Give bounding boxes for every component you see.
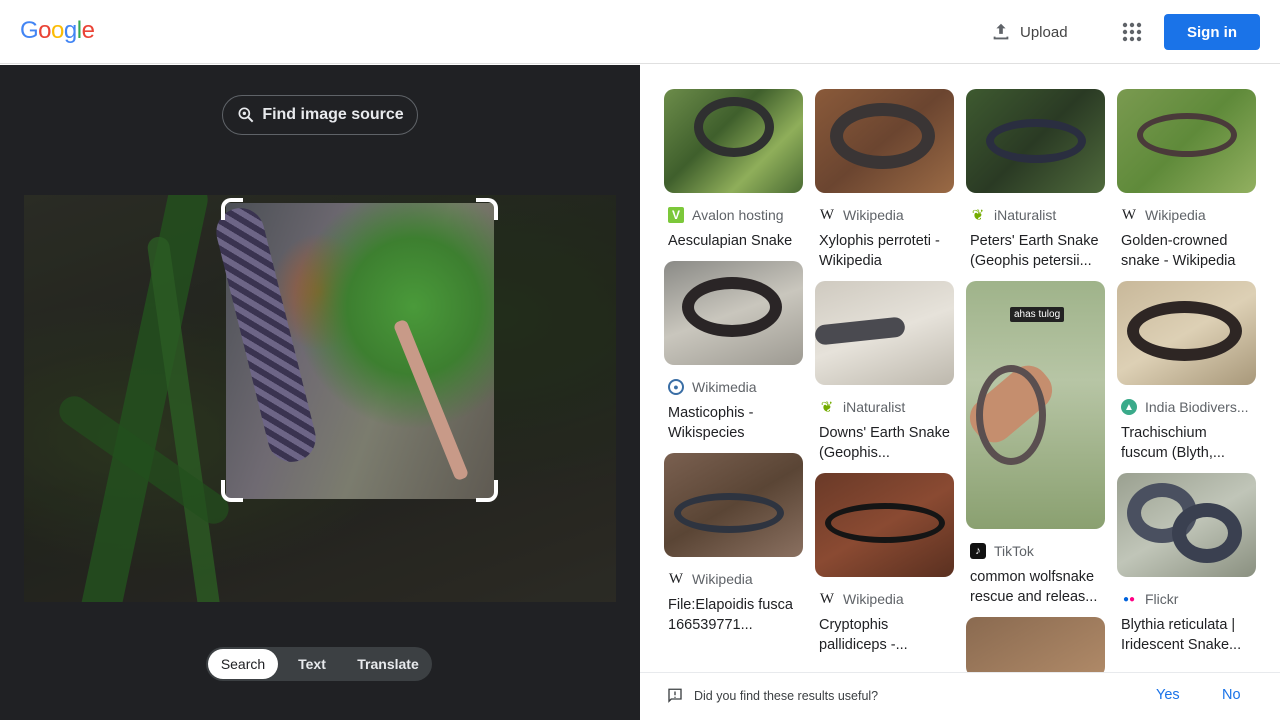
tiktok-icon: ♪ bbox=[970, 543, 986, 559]
upload-label: Upload bbox=[1020, 23, 1068, 41]
result-title[interactable]: Aesculapian Snake bbox=[668, 231, 799, 251]
result-card[interactable] bbox=[966, 617, 1105, 677]
tab-translate[interactable]: Translate bbox=[346, 649, 430, 679]
result-source: TikTok bbox=[994, 543, 1034, 559]
overlay-caption: ahas tulog bbox=[1010, 307, 1065, 322]
india-biodiversity-icon: ▲ bbox=[1121, 399, 1137, 415]
result-thumbnail bbox=[1117, 89, 1256, 193]
result-card[interactable]: W Wikipedia Xylophis perroteti - Wikiped… bbox=[815, 89, 954, 271]
feedback-icon bbox=[668, 688, 682, 703]
results-column-2: W Wikipedia Xylophis perroteti - Wikiped… bbox=[815, 89, 954, 665]
inaturalist-icon: ❦ bbox=[971, 207, 985, 224]
result-source: Wikipedia bbox=[1145, 207, 1206, 223]
results-column-1: V Avalon hosting Aesculapian Snake ● Wik… bbox=[664, 89, 803, 645]
results-column-4: W Wikipedia Golden-crowned snake - Wikip… bbox=[1117, 89, 1256, 665]
feedback-bar: Did you find these results useful? Yes N… bbox=[640, 672, 1280, 720]
crop-handle-bottom-right[interactable] bbox=[476, 480, 498, 502]
result-card[interactable]: W Wikipedia Golden-crowned snake - Wikip… bbox=[1117, 89, 1256, 271]
find-image-source-button[interactable]: Find image source bbox=[222, 95, 418, 135]
result-card[interactable]: W Wikipedia Cryptophis pallidiceps -... bbox=[815, 473, 954, 655]
result-thumbnail bbox=[664, 453, 803, 557]
result-source: Flickr bbox=[1145, 591, 1179, 607]
image-viewer-panel: Find image source Search Text Translate bbox=[0, 65, 640, 720]
result-title[interactable]: Masticophis - Wikispecies bbox=[668, 403, 799, 443]
upload-button[interactable]: Upload bbox=[990, 18, 1068, 46]
result-source: Avalon hosting bbox=[692, 207, 784, 223]
feedback-yes-button[interactable]: Yes bbox=[1156, 687, 1180, 703]
results-column-3: ❦ iNaturalist Peters' Earth Snake (Geoph… bbox=[966, 89, 1105, 687]
result-thumbnail bbox=[815, 473, 954, 577]
results-panel: V Avalon hosting Aesculapian Snake ● Wik… bbox=[640, 65, 1280, 720]
wikipedia-icon: W bbox=[819, 590, 835, 607]
result-source: Wikipedia bbox=[843, 591, 904, 607]
result-card[interactable]: V Avalon hosting Aesculapian Snake bbox=[664, 89, 803, 251]
result-title[interactable]: File:Elapoidis fusca 166539771... bbox=[668, 595, 799, 635]
wikipedia-icon: W bbox=[1121, 206, 1137, 223]
result-thumbnail bbox=[815, 281, 954, 385]
result-title[interactable]: common wolfsnake rescue and releas... bbox=[970, 567, 1101, 607]
result-thumbnail bbox=[664, 89, 803, 193]
avalon-icon: V bbox=[668, 207, 684, 223]
result-title[interactable]: Peters' Earth Snake (Geophis petersii... bbox=[970, 231, 1101, 271]
result-card[interactable]: ahas tulog ♪ TikTok common wolfsnake res… bbox=[966, 281, 1105, 607]
tab-search[interactable]: Search bbox=[208, 649, 278, 679]
feedback-no-button[interactable]: No bbox=[1222, 687, 1241, 703]
result-thumbnail: ahas tulog bbox=[966, 281, 1105, 529]
sign-in-button[interactable]: Sign in bbox=[1164, 14, 1260, 50]
crop-handle-bottom-left[interactable] bbox=[221, 480, 243, 502]
query-image[interactable] bbox=[24, 195, 616, 602]
result-source: Wikimedia bbox=[692, 379, 757, 395]
inaturalist-icon: ❦ bbox=[820, 399, 834, 416]
wikimedia-icon: ● bbox=[668, 379, 684, 395]
flickr-icon: ● ● bbox=[1122, 593, 1136, 605]
feedback-question: Did you find these results useful? bbox=[694, 689, 879, 703]
result-thumbnail bbox=[1117, 473, 1256, 577]
result-thumbnail bbox=[815, 89, 954, 193]
result-source: iNaturalist bbox=[843, 399, 906, 415]
result-thumbnail bbox=[1117, 281, 1256, 385]
crop-handle-top-left[interactable] bbox=[221, 198, 243, 220]
find-image-source-label: Find image source bbox=[262, 106, 404, 123]
lens-search-icon bbox=[238, 107, 254, 123]
result-card[interactable]: ❦ iNaturalist Peters' Earth Snake (Geoph… bbox=[966, 89, 1105, 271]
result-source: Wikipedia bbox=[692, 571, 753, 587]
result-title[interactable]: Xylophis perroteti - Wikipedia bbox=[819, 231, 950, 271]
result-card[interactable]: ❦ iNaturalist Downs' Earth Snake (Geophi… bbox=[815, 281, 954, 463]
result-title[interactable]: Golden-crowned snake - Wikipedia bbox=[1121, 231, 1252, 271]
top-bar: Google Upload Sign in bbox=[0, 0, 1280, 64]
result-card[interactable]: W Wikipedia File:Elapoidis fusca 1665397… bbox=[664, 453, 803, 635]
result-card[interactable]: ● ● Flickr Blythia reticulata | Iridescen… bbox=[1117, 473, 1256, 655]
crop-handle-top-right[interactable] bbox=[476, 198, 498, 220]
google-logo[interactable]: Google bbox=[20, 17, 95, 45]
mode-tabs: Search Text Translate bbox=[206, 647, 432, 681]
result-source: iNaturalist bbox=[994, 207, 1057, 223]
result-title[interactable]: Blythia reticulata | Iridescent Snake... bbox=[1121, 615, 1252, 655]
apps-grid-icon[interactable] bbox=[1120, 20, 1144, 44]
result-card[interactable]: ● Wikimedia Masticophis - Wikispecies bbox=[664, 261, 803, 443]
result-card[interactable]: ▲ India Biodivers... Trachischium fuscum… bbox=[1117, 281, 1256, 463]
result-thumbnail bbox=[966, 617, 1105, 677]
wikipedia-icon: W bbox=[668, 570, 684, 587]
wikipedia-icon: W bbox=[819, 206, 835, 223]
result-title[interactable]: Trachischium fuscum (Blyth,... bbox=[1121, 423, 1252, 463]
result-title[interactable]: Cryptophis pallidiceps -... bbox=[819, 615, 950, 655]
result-thumbnail bbox=[966, 89, 1105, 193]
result-title[interactable]: Downs' Earth Snake (Geophis... bbox=[819, 423, 950, 463]
result-source: Wikipedia bbox=[843, 207, 904, 223]
upload-icon bbox=[993, 23, 1009, 40]
tab-text[interactable]: Text bbox=[278, 649, 346, 679]
result-thumbnail bbox=[664, 261, 803, 365]
result-source: India Biodivers... bbox=[1145, 399, 1249, 415]
